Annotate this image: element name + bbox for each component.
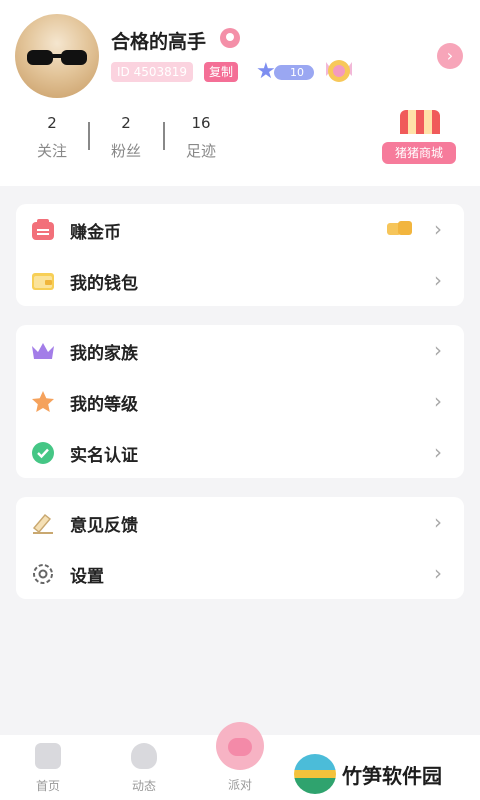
tab-feed[interactable]: 动态 (114, 743, 174, 794)
stat-count: 2 (47, 114, 57, 132)
menu-item-label: 意见反馈 (70, 516, 138, 536)
chevron-right-icon: › (434, 561, 442, 585)
menu-item-level[interactable]: 我的等级 › (16, 376, 464, 427)
menu-item-label: 赚金币 (70, 223, 121, 243)
menu-item-label: 设置 (70, 567, 104, 587)
menu-item-label: 我的钱包 (70, 274, 138, 294)
watermark-logo-icon (294, 754, 336, 794)
menu-item-label: 我的等级 (70, 395, 138, 415)
coin-stack-icon (387, 221, 412, 235)
heart-icon (131, 743, 157, 769)
crown-icon (32, 343, 54, 359)
chevron-right-icon: › (434, 268, 442, 292)
level-badge: ★ 10 (256, 60, 316, 84)
misc-menu-card: 意见反馈 › 设置 › (16, 497, 464, 599)
medal-icon (326, 60, 352, 82)
menu-item-label: 我的家族 (70, 344, 138, 364)
gear-icon (33, 564, 53, 584)
location-icon (220, 28, 240, 48)
menu-item-earn-coins[interactable]: 赚金币 › (16, 204, 464, 255)
stat-footprints[interactable]: 16 足迹 (171, 114, 231, 161)
profile-detail-chevron-icon[interactable]: › (437, 43, 463, 69)
copy-id-button[interactable]: 复制 (204, 62, 239, 82)
stat-divider (88, 122, 90, 150)
tab-label: 首页 (35, 779, 60, 793)
tab-label: 派对 (227, 778, 252, 792)
home-icon (35, 743, 61, 769)
stat-divider (163, 122, 165, 150)
pig-shop-button[interactable]: 猪猪商城 (382, 110, 456, 166)
verified-check-icon (32, 442, 54, 464)
identity-menu-card: 我的家族 › 我的等级 › 实名认证 › (16, 325, 464, 478)
stat-label: 足迹 (185, 142, 216, 160)
menu-item-verification[interactable]: 实名认证 › (16, 427, 464, 478)
chevron-right-icon: › (434, 440, 442, 464)
stat-count: 2 (121, 114, 131, 132)
level-number: 10 (290, 66, 304, 79)
stat-label: 关注 (36, 142, 67, 160)
menu-item-label: 实名认证 (70, 446, 138, 466)
stat-fans[interactable]: 2 粉丝 (96, 114, 156, 161)
menu-item-wallet[interactable]: 我的钱包 › (16, 255, 464, 306)
stat-count: 16 (191, 114, 211, 132)
avatar[interactable] (15, 14, 99, 98)
wallet-menu-card: 赚金币 › 我的钱包 › (16, 204, 464, 306)
chevron-right-icon: › (434, 217, 442, 241)
tab-label: 动态 (131, 779, 156, 793)
watermark-text: 竹笋软件园 (342, 764, 442, 788)
profile-header: 合格的高手 ID 4503819 复制 ★ 10 › 2 关注 2 粉丝 16 … (0, 0, 480, 186)
level-star-icon: ★ (256, 59, 276, 84)
feedback-icon (33, 514, 53, 534)
username: 合格的高手 (111, 31, 207, 53)
earn-coins-icon (32, 219, 54, 240)
chevron-right-icon: › (434, 510, 442, 534)
watermark: 竹笋软件园 (294, 754, 470, 794)
sunglasses-icon (27, 50, 87, 65)
stat-following[interactable]: 2 关注 (22, 114, 82, 161)
shop-label: 猪猪商城 (382, 142, 456, 164)
tab-party-pig-icon[interactable] (216, 722, 264, 770)
tab-home[interactable]: 首页 (18, 743, 78, 794)
stat-label: 粉丝 (110, 142, 141, 160)
star-icon (32, 391, 54, 412)
wallet-icon (32, 273, 54, 290)
chevron-right-icon: › (434, 338, 442, 362)
menu-item-family[interactable]: 我的家族 › (16, 325, 464, 376)
chevron-right-icon: › (434, 389, 442, 413)
menu-item-feedback[interactable]: 意见反馈 › (16, 497, 464, 548)
menu-item-settings[interactable]: 设置 › (16, 548, 464, 599)
shop-icon (400, 110, 440, 134)
user-id-badge: ID 4503819 (111, 62, 194, 82)
